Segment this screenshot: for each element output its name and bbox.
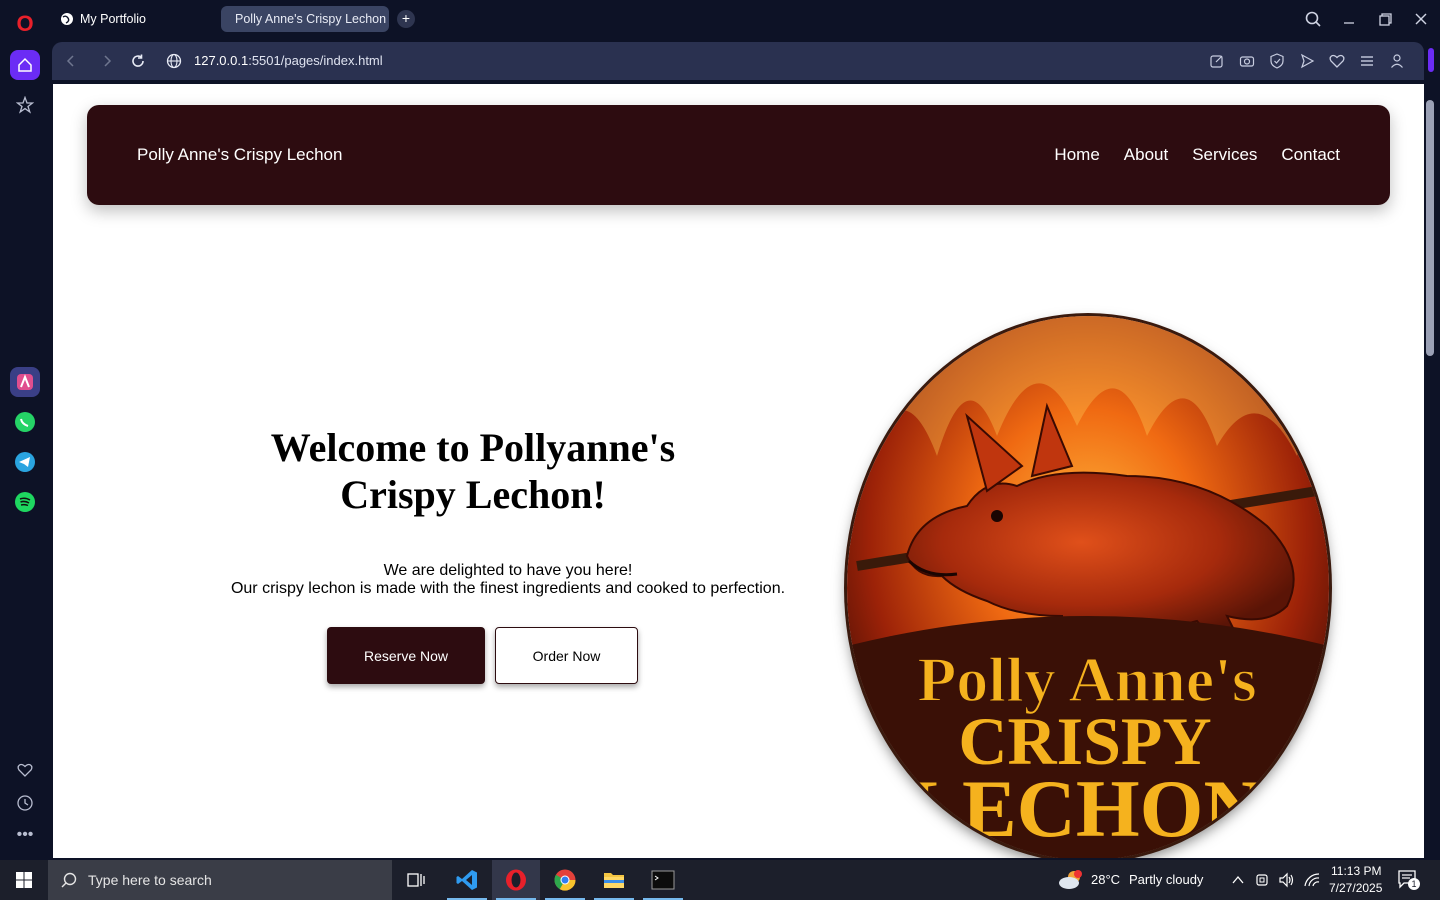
file-explorer-icon[interactable] (590, 860, 638, 900)
task-view-icon[interactable] (392, 860, 440, 900)
more-icon[interactable]: ••• (10, 820, 40, 850)
nav-link-services[interactable]: Services (1192, 145, 1257, 165)
heart-icon[interactable] (10, 755, 40, 785)
history-icon[interactable] (10, 788, 40, 818)
weather-desc[interactable]: Partly cloudy (1129, 872, 1203, 887)
search-icon (61, 872, 77, 888)
search-placeholder: Type here to search (88, 872, 212, 888)
spotify-icon[interactable] (10, 487, 40, 517)
weather-icon[interactable] (1058, 868, 1084, 892)
vscode-icon[interactable] (443, 860, 491, 900)
browser-titlebar: O My Portfolio Polly Anne's Crispy Lecho… (0, 0, 1440, 40)
windows-start-icon[interactable] (0, 860, 48, 900)
close-icon[interactable] (1409, 8, 1433, 30)
url-field[interactable]: 127.0.0.1:5501/pages/index.html (194, 53, 383, 68)
site-brand[interactable]: Polly Anne's Crispy Lechon (137, 145, 342, 165)
page-scrollbar-thumb[interactable] (1426, 100, 1434, 356)
clock-date[interactable]: 7/27/2025 (1329, 881, 1382, 895)
forward-icon[interactable] (98, 52, 116, 70)
restore-icon[interactable] (1373, 8, 1397, 30)
meet-now-icon[interactable] (1255, 872, 1271, 888)
globe-icon (61, 13, 73, 25)
url-path: :5501/pages/index.html (248, 53, 383, 68)
volume-icon[interactable] (1278, 872, 1296, 888)
notification-count: 1 (1408, 878, 1420, 890)
roasted-pig-illustration: Polly Anne's CRISPY LECHON (847, 316, 1329, 858)
site-info-icon[interactable] (165, 52, 183, 70)
windows-taskbar: Type here to search 28°C Partly cloudy 1… (0, 860, 1440, 900)
aria-icon[interactable] (10, 367, 40, 397)
hero-sub-line2: Our crispy lechon is made with the fines… (230, 580, 786, 597)
tab-my-portfolio[interactable]: My Portfolio (52, 6, 212, 32)
site-navbar: Polly Anne's Crispy Lechon Home About Se… (87, 105, 1390, 205)
new-tab-button[interactable]: + (397, 10, 415, 28)
url-host: 127.0.0.1 (194, 53, 249, 68)
minimize-icon[interactable] (1337, 8, 1361, 30)
hero-subtitle: We are delighted to have you here! Our c… (173, 562, 843, 598)
wifi-icon[interactable] (1303, 872, 1321, 888)
chevron-up-icon[interactable] (1231, 873, 1245, 887)
order-now-button[interactable]: Order Now (495, 627, 638, 684)
whatsapp-icon[interactable] (10, 407, 40, 437)
page-viewport: Polly Anne's Crispy Lechon Home About Se… (53, 84, 1424, 858)
opera-logo-icon[interactable]: O (12, 11, 38, 37)
camera-icon[interactable] (1238, 52, 1256, 70)
tab-label: Polly Anne's Crispy Lechon (235, 12, 387, 26)
terminal-icon[interactable] (639, 860, 687, 900)
heart-icon[interactable] (1328, 52, 1346, 70)
star-icon[interactable] (10, 90, 40, 120)
nav-link-contact[interactable]: Contact (1281, 145, 1340, 165)
edit-icon[interactable] (1208, 52, 1226, 70)
hero-title: Welcome to Pollyanne's Crispy Lechon! (253, 424, 693, 518)
taskbar-search-input[interactable]: Type here to search (48, 860, 392, 900)
site-nav-links: Home About Services Contact (1054, 145, 1340, 165)
clock-time[interactable]: 11:13 PM (1331, 864, 1381, 878)
nav-link-about[interactable]: About (1124, 145, 1168, 165)
tab-polly-annes[interactable]: Polly Anne's Crispy Lechon (221, 6, 389, 32)
menu-icon[interactable] (1358, 52, 1376, 70)
chrome-icon[interactable] (541, 860, 589, 900)
address-bar: 127.0.0.1:5501/pages/index.html (52, 42, 1424, 80)
hero-sub-line1: We are delighted to have you here! (383, 562, 633, 579)
telegram-icon[interactable] (10, 447, 40, 477)
reload-icon[interactable] (129, 52, 147, 70)
search-icon[interactable] (1302, 8, 1326, 30)
send-icon[interactable] (1298, 52, 1316, 70)
nav-link-home[interactable]: Home (1054, 145, 1099, 165)
hero-title-line1: Welcome to Pollyanne's (270, 425, 676, 470)
home-icon[interactable] (10, 50, 40, 80)
lechon-logo-image: Polly Anne's CRISPY LECHON (847, 316, 1329, 858)
logo-text-line3: LECHON (907, 763, 1262, 854)
hero-title-line2: Crispy Lechon! (340, 472, 606, 517)
shield-icon[interactable] (1268, 52, 1286, 70)
notifications-icon[interactable]: 1 (1396, 868, 1422, 892)
opera-taskbar-icon[interactable] (492, 860, 540, 900)
opera-sidebar: ••• (0, 40, 50, 860)
tab-label: My Portfolio (80, 12, 146, 26)
weather-temp[interactable]: 28°C (1091, 872, 1120, 887)
reserve-now-button[interactable]: Reserve Now (327, 627, 485, 684)
sidebar-indicator (1428, 48, 1434, 72)
profile-icon[interactable] (1388, 52, 1406, 70)
back-icon[interactable] (62, 52, 80, 70)
